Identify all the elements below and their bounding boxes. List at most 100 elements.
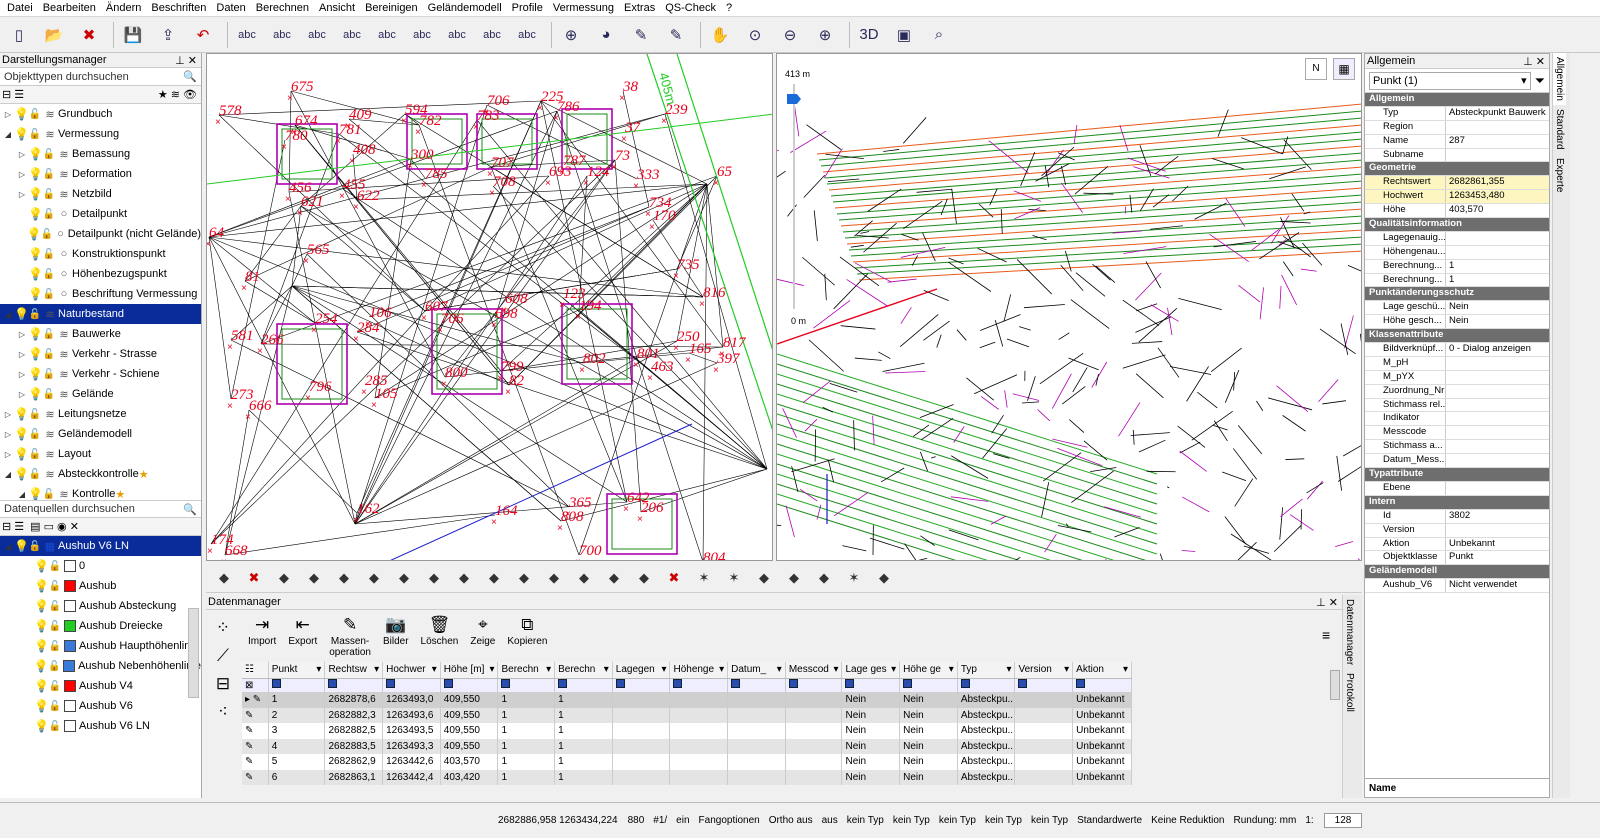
datasource-item[interactable]: 💡 🔓 Aushub Nebenhöhenlinie: [0, 656, 201, 676]
star-line-icon[interactable]: ✶: [692, 566, 716, 590]
chevron-down-icon[interactable]: ▾: [374, 664, 379, 675]
table-cell[interactable]: [785, 692, 843, 708]
column-header[interactable]: Höhe [m] ▾: [440, 662, 499, 679]
property-group[interactable]: Typattribute: [1365, 468, 1549, 482]
lock-icon[interactable]: 🔓: [42, 349, 56, 360]
column-filter[interactable]: [727, 678, 786, 692]
cross-line-icon[interactable]: ◆: [782, 566, 806, 590]
table-cell[interactable]: 2682882,5: [324, 723, 384, 739]
show-button[interactable]: ⌖ Zeige: [466, 612, 499, 656]
tree-item[interactable]: ▷ 💡 🔓 ≋ Bemassung: [0, 144, 201, 164]
doc-folder-globe-icon[interactable]: ▤ ▭ ◉ ✕: [30, 520, 79, 533]
tree-item[interactable]: ▷ 💡 🔓 ≋ Verkehr - Schiene: [0, 364, 201, 384]
column-filter[interactable]: [669, 678, 729, 692]
table-cell[interactable]: [1014, 707, 1074, 723]
table-cell[interactable]: [785, 738, 843, 754]
table-row[interactable]: ✎ 4 2682883,5 1263493,3 409,550 1 1 Nein Nein Abs…: [242, 738, 1132, 754]
property-row[interactable]: Bildverknüpf... 0 - Dialog anzeigen: [1365, 343, 1549, 357]
lock-icon[interactable]: 🔓: [48, 701, 62, 712]
property-value[interactable]: [1446, 232, 1549, 245]
table-cell[interactable]: [669, 769, 729, 785]
datasource-item[interactable]: 💡 🔓 Aushub Absteckung: [0, 596, 201, 616]
view-3d[interactable]: 413 m 0 m N ▦: [776, 53, 1362, 561]
visibility-bulb-icon[interactable]: 💡: [34, 619, 49, 633]
house-icon[interactable]: ◆: [572, 566, 596, 590]
chevron-down-icon[interactable]: ▾: [1123, 664, 1128, 675]
property-value[interactable]: [1446, 121, 1549, 134]
expand-toggle-icon[interactable]: ▷: [16, 330, 28, 339]
layer-color-swatch[interactable]: [64, 600, 76, 612]
tree-item[interactable]: ▷ 💡 🔓 ≋ Verkehr - Strasse: [0, 344, 201, 364]
property-row[interactable]: Version: [1365, 523, 1549, 538]
select-points-icon[interactable]: ⁘: [216, 618, 230, 638]
table-cell[interactable]: 5: [268, 754, 326, 770]
table-cell[interactable]: [612, 707, 671, 723]
property-row[interactable]: Objektklasse Punkt: [1365, 551, 1549, 566]
expand-toggle-icon[interactable]: ▷: [16, 370, 28, 379]
table-cell[interactable]: 4: [268, 738, 326, 754]
favorites-eye-icon[interactable]: ★ ≋ 👁: [158, 88, 197, 101]
edit-row-icon[interactable]: ✎: [242, 769, 269, 785]
table-cell[interactable]: Absteckpu...: [957, 692, 1016, 708]
lock-icon[interactable]: 🔓: [42, 489, 56, 500]
status-item[interactable]: kein Typ: [985, 815, 1022, 826]
property-value[interactable]: [1446, 357, 1549, 370]
lock-icon[interactable]: 🔓: [48, 621, 62, 632]
lock-icon[interactable]: 🔓: [42, 389, 56, 400]
datasource-item[interactable]: 💡 🔓 Aushub Dreiecke: [0, 616, 201, 636]
ds-search-input[interactable]: Datenquellen durchsuchen: [4, 503, 135, 515]
tree-item[interactable]: ▷ 💡 🔓 ≋ Layout: [0, 444, 201, 464]
table-cell[interactable]: Nein: [899, 738, 958, 754]
status-item[interactable]: 880: [628, 815, 645, 826]
menu-item[interactable]: QS-Check: [660, 0, 721, 17]
table-cell[interactable]: [612, 769, 671, 785]
property-group[interactable]: Punktänderungsschutz: [1365, 287, 1549, 302]
column-filter[interactable]: [899, 678, 958, 692]
tab-allgemein[interactable]: Allgemein: [1553, 53, 1566, 105]
layer-color-swatch[interactable]: [64, 720, 76, 732]
lock-icon[interactable]: 🔓: [42, 289, 56, 300]
cut-line-icon[interactable]: ◆: [452, 566, 476, 590]
property-group[interactable]: Intern: [1365, 495, 1549, 510]
table-cell[interactable]: 1: [554, 738, 613, 754]
column-header[interactable]: Hochwer ▾: [382, 662, 441, 679]
tree-item[interactable]: ▷ 💡 🔓 ≋ Deformation: [0, 164, 201, 184]
datasource-item[interactable]: 💡 🔓 Aushub V4: [0, 676, 201, 696]
chevron-down-icon[interactable]: ▾: [489, 664, 494, 675]
layer-icon[interactable]: ◆: [302, 566, 326, 590]
delete-red-icon[interactable]: ✖: [242, 566, 266, 590]
table-cell[interactable]: 403,420: [440, 769, 499, 785]
table-cell[interactable]: [612, 738, 671, 754]
expand-toggle-icon[interactable]: ◢: [2, 470, 14, 479]
table-cell[interactable]: [669, 707, 729, 723]
table-cell[interactable]: Absteckpu...: [957, 723, 1016, 739]
geo-icon[interactable]: ⊕: [556, 20, 586, 50]
table-cell[interactable]: Unbekannt: [1072, 723, 1132, 739]
table-cell[interactable]: 1: [554, 707, 613, 723]
column-header[interactable]: Aktion ▾: [1072, 662, 1132, 679]
star-cut-icon[interactable]: ✶: [722, 566, 746, 590]
property-value[interactable]: [1446, 246, 1549, 259]
table-cell[interactable]: Absteckpu...: [957, 754, 1016, 770]
table-cell[interactable]: [785, 707, 843, 723]
table-cell[interactable]: 409,550: [440, 692, 499, 708]
status-item[interactable]: Keine Reduktion: [1151, 815, 1224, 826]
table-cell[interactable]: [785, 723, 843, 739]
table-icon[interactable]: ⊟: [216, 674, 230, 694]
property-value[interactable]: Nicht verwendet: [1446, 579, 1549, 592]
tree-item[interactable]: ▷ 💡 🔓 ≋ Netzbild: [0, 184, 201, 204]
points-delete-icon[interactable]: ⁖: [218, 702, 228, 722]
link-icon[interactable]: ◆: [272, 566, 296, 590]
expand-toggle-icon[interactable]: ▷: [2, 410, 14, 419]
visibility-bulb-icon[interactable]: 💡: [28, 367, 43, 381]
datasource-item[interactable]: 💡 🔓 0: [0, 556, 201, 576]
expand-toggle-icon[interactable]: ▷: [16, 350, 28, 359]
column-header[interactable]: Berechn ▾: [497, 662, 556, 679]
export-icon[interactable]: ⇪: [153, 20, 183, 50]
property-row[interactable]: Stichmass a...: [1365, 440, 1549, 455]
mass-button[interactable]: ✎ Massen- operation: [325, 612, 375, 658]
3d-canvas[interactable]: [777, 54, 1362, 561]
menu-item[interactable]: Profile: [507, 0, 548, 17]
open-folder-icon[interactable]: 📂: [39, 20, 69, 50]
property-value[interactable]: 2682861,355: [1446, 176, 1549, 190]
